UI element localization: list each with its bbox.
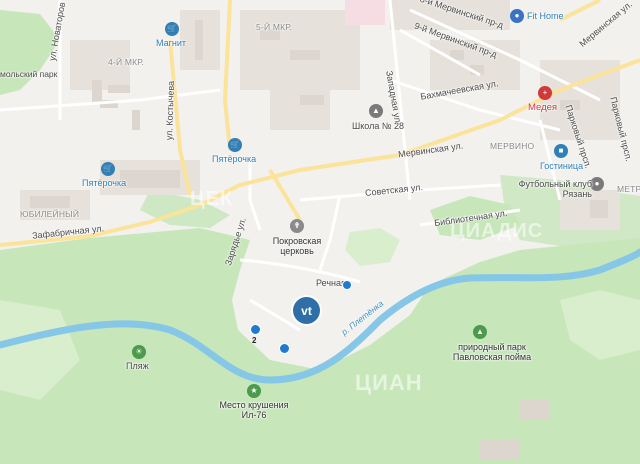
hotel-icon[interactable]: ■ — [554, 144, 568, 158]
poi-pavlovskaya-poyma[interactable]: природный парк Павловская пойма — [452, 342, 532, 363]
poi-football-club[interactable]: Футбольный клуб Рязань — [508, 179, 592, 200]
poi-school-28[interactable]: Школа № 28 — [352, 122, 404, 131]
watermark-2: ЦИАН — [355, 370, 423, 395]
cart-icon-2[interactable]: 🛒 — [228, 138, 242, 152]
dumbbell-icon[interactable]: ● — [510, 9, 524, 23]
poi-crash-site[interactable]: Место крушения Ил-76 — [212, 400, 296, 421]
district-metr: МЕТР — [617, 184, 640, 194]
school-icon[interactable]: ▲ — [369, 104, 383, 118]
marker-count-label: 2 — [252, 336, 257, 345]
watermark-1: ЦЕК — [190, 188, 234, 210]
poi-medeya[interactable]: Медея — [528, 103, 557, 113]
poi-pyaterochka-2[interactable]: Пятёрочка — [82, 179, 126, 188]
listing-marker[interactable] — [342, 280, 352, 290]
poi-fit-home[interactable]: Fit Home — [527, 12, 564, 21]
beach-icon[interactable]: ☀ — [132, 345, 146, 359]
church-icon[interactable]: ✟ — [290, 219, 304, 233]
memorial-icon[interactable]: ★ — [247, 384, 261, 398]
district-mervino: МЕРВИНО — [490, 141, 535, 151]
district-yubileyny: ЮБИЛЕЙНЫЙ — [20, 209, 80, 219]
poi-magnit[interactable]: Магнит — [156, 39, 186, 48]
cart-icon[interactable]: 🛒 — [165, 22, 179, 36]
district-mkr4: 4-Й МКР. — [108, 57, 145, 67]
hospital-area — [345, 0, 385, 25]
poi-pokrovskaya-church[interactable]: Покровская церковь — [265, 236, 329, 257]
stadium-icon[interactable]: ● — [590, 177, 604, 191]
tree-icon[interactable]: ▲ — [473, 325, 487, 339]
poi-gostinitsa[interactable]: Гостиница — [540, 162, 583, 171]
poi-plyazh[interactable]: Пляж — [126, 362, 149, 371]
park-label-northwest: мольский парк — [0, 69, 58, 79]
poi-pyaterochka-1[interactable]: Пятёрочка — [212, 155, 256, 164]
vt-brand-marker[interactable]: vt — [293, 297, 320, 324]
district-mkr5: 5-Й МКР. — [256, 22, 293, 32]
pharmacy-icon[interactable]: + — [538, 86, 552, 100]
listing-marker[interactable] — [279, 343, 290, 354]
cart-icon-3[interactable]: 🛒 — [101, 162, 115, 176]
listing-marker[interactable] — [250, 324, 261, 335]
